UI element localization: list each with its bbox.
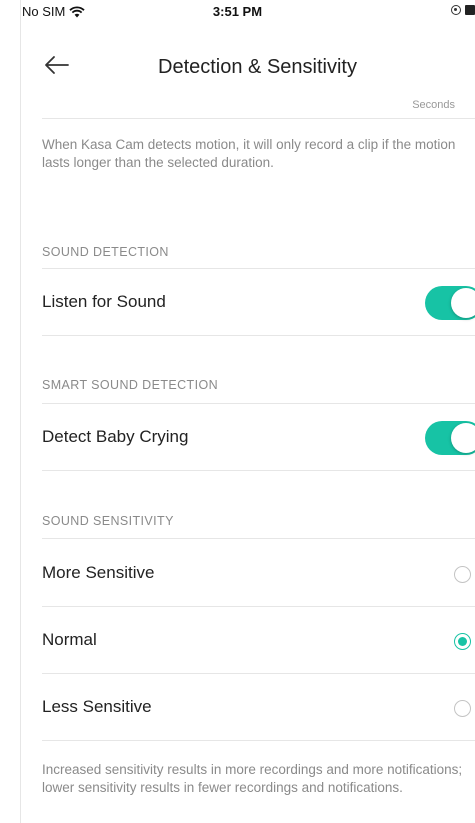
listen-for-sound-row: Listen for Sound [42, 269, 475, 335]
divider [42, 470, 475, 471]
listen-for-sound-toggle[interactable] [425, 286, 475, 320]
divider [42, 335, 475, 336]
orientation-lock-icon [451, 5, 461, 15]
page-title: Detection & Sensitivity [158, 56, 357, 78]
detect-baby-crying-toggle[interactable] [425, 421, 475, 455]
duration-unit-label: Seconds [412, 99, 455, 111]
sensitivity-option-label: Normal [42, 630, 97, 649]
toggle-knob [451, 288, 475, 318]
status-time: 3:51 PM [212, 4, 263, 19]
sensitivity-option-normal[interactable]: Normal [42, 607, 475, 673]
detect-baby-crying-row: Detect Baby Crying [42, 404, 475, 470]
left-edge-line [20, 0, 21, 823]
divider [42, 118, 475, 119]
sensitivity-option-more-sensitive[interactable]: More Sensitive [42, 540, 475, 606]
sensitivity-option-label: Less Sensitive [42, 697, 152, 716]
section-header-smart-sound-detection: SMART SOUND DETECTION [42, 378, 219, 392]
radio-button[interactable] [454, 566, 471, 583]
sensitivity-note: Increased sensitivity results in more re… [42, 762, 463, 795]
status-bar: No SIM 3:51 PM [0, 0, 475, 22]
divider [42, 740, 475, 741]
section-header-sound-detection: SOUND DETECTION [42, 245, 169, 259]
radio-button[interactable] [454, 700, 471, 717]
listen-for-sound-label: Listen for Sound [42, 292, 166, 311]
navigation-bar: Detection & Sensitivity [0, 36, 475, 96]
toggle-knob [451, 423, 475, 453]
motion-duration-description: When Kasa Cam detects motion, it will on… [42, 137, 456, 170]
sensitivity-option-less-sensitive[interactable]: Less Sensitive [42, 674, 475, 740]
radio-button-selected[interactable] [454, 633, 471, 650]
status-right [451, 5, 475, 15]
detect-baby-crying-label: Detect Baby Crying [42, 427, 189, 446]
sensitivity-option-label: More Sensitive [42, 563, 155, 582]
section-header-sound-sensitivity: SOUND SENSITIVITY [42, 514, 174, 528]
divider [42, 538, 475, 539]
battery-icon [465, 5, 475, 15]
